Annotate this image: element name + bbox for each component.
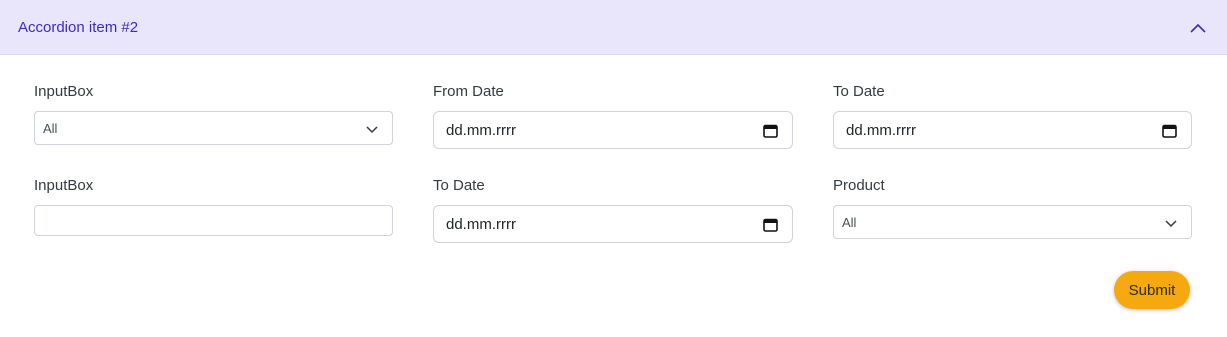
to-date-label-2: To Date xyxy=(433,177,485,194)
from-date-input[interactable]: dd.mm.rrrr xyxy=(433,111,793,149)
product-select-value: All xyxy=(842,214,857,230)
inputbox-label-1: InputBox xyxy=(34,83,94,100)
from-date-value: dd.mm.rrrr xyxy=(446,121,516,139)
accordion-header[interactable]: Accordion item #2 xyxy=(0,0,1227,55)
product-label: Product xyxy=(833,177,885,194)
chevron-down-icon xyxy=(1165,220,1177,228)
to-date-value-2: dd.mm.rrrr xyxy=(446,215,516,233)
inputbox-label-2: InputBox xyxy=(34,177,94,194)
calendar-icon[interactable] xyxy=(763,123,778,138)
to-date-value-1: dd.mm.rrrr xyxy=(846,121,916,139)
from-date-label: From Date xyxy=(433,83,504,100)
to-date-label-1: To Date xyxy=(833,83,885,100)
submit-button[interactable]: Submit xyxy=(1114,271,1190,309)
to-date-input-1[interactable]: dd.mm.rrrr xyxy=(833,111,1192,149)
chevron-up-icon[interactable] xyxy=(1189,19,1207,37)
chevron-down-icon xyxy=(366,126,378,134)
calendar-icon[interactable] xyxy=(1162,123,1177,138)
inputbox-text-field[interactable] xyxy=(34,205,393,236)
accordion-title: Accordion item #2 xyxy=(18,18,139,36)
inputbox-select[interactable]: All xyxy=(34,111,393,145)
product-select[interactable]: All xyxy=(833,205,1192,239)
to-date-input-2[interactable]: dd.mm.rrrr xyxy=(433,205,793,243)
inputbox-select-value: All xyxy=(43,120,58,136)
calendar-icon[interactable] xyxy=(763,217,778,232)
